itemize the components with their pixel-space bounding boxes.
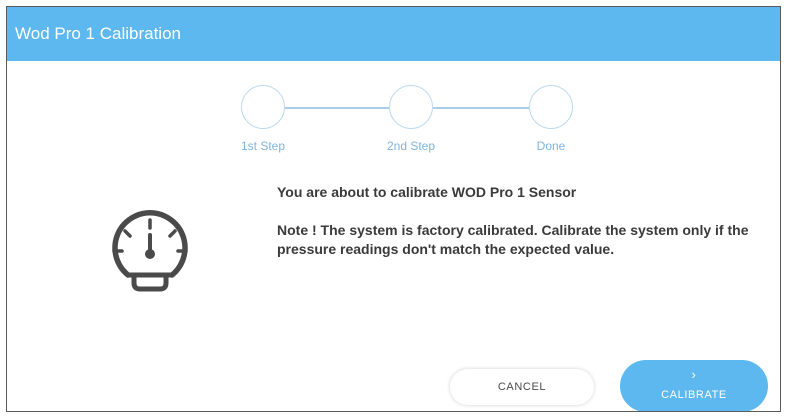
step-2-circle bbox=[389, 85, 433, 129]
step-done-label: Done bbox=[536, 139, 566, 153]
progress-stepper: 1st Step 2nd Step Done bbox=[7, 7, 780, 177]
pressure-gauge-icon bbox=[101, 203, 199, 295]
cancel-button[interactable]: CANCEL bbox=[450, 369, 594, 405]
step-done-circle bbox=[529, 85, 573, 129]
calibration-message: You are about to calibrate WOD Pro 1 Sen… bbox=[277, 183, 757, 259]
step-1-circle bbox=[241, 85, 285, 129]
cancel-button-label: CANCEL bbox=[497, 381, 547, 393]
step-1-label: 1st Step bbox=[240, 139, 286, 153]
calibrate-button[interactable]: › CALIBRATE bbox=[620, 360, 768, 411]
factory-calibration-note: Note ! The system is factory calibrated.… bbox=[277, 222, 749, 257]
calibrate-button-label: CALIBRATE bbox=[661, 389, 727, 401]
step-connector-1 bbox=[285, 107, 389, 109]
step-2-label: 2nd Step bbox=[386, 139, 436, 153]
calibration-heading: You are about to calibrate WOD Pro 1 Sen… bbox=[277, 184, 577, 200]
calibration-dialog: Wod Pro 1 Calibration 1st Step 2nd Step … bbox=[6, 6, 781, 412]
chevron-right-icon: › bbox=[691, 367, 697, 382]
step-connector-2 bbox=[433, 107, 529, 109]
